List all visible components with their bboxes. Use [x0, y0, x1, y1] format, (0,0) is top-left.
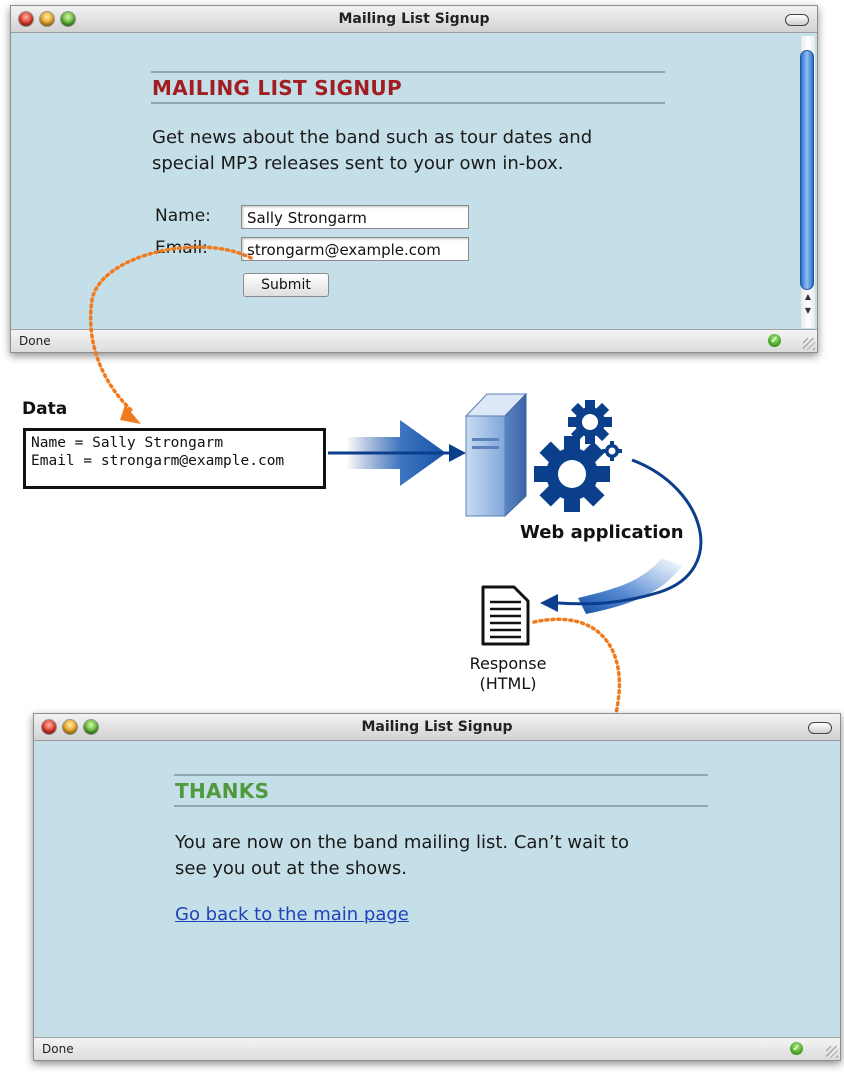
thanks-text: You are now on the band mailing list. Ca… [175, 830, 775, 882]
heading-bottom-rule [174, 805, 708, 807]
submit-line-arrowhead-icon [449, 444, 466, 462]
gears-icon [534, 400, 622, 512]
title-bar: Mailing List Signup [34, 714, 840, 741]
response-arrowhead-icon [540, 594, 558, 612]
thanks-line: see you out at the shows. [175, 858, 407, 879]
main-page-link[interactable]: Go back to the main page [175, 904, 409, 925]
medium-gear-icon [568, 400, 612, 444]
data-line: Name = Sally Strongarm [31, 435, 224, 451]
resize-grip-icon[interactable] [826, 1046, 838, 1058]
page-heading: THANKS [175, 779, 270, 803]
response-label-line: (HTML) [479, 674, 537, 693]
server-icon [464, 392, 528, 518]
response-curve-gradient [578, 558, 682, 614]
data-title: Data [22, 399, 68, 419]
small-gear-icon [602, 441, 622, 461]
heading-top-rule [174, 774, 708, 776]
data-line: Email = strongarm@example.com [31, 453, 285, 469]
status-bar: Done ✓ [34, 1037, 840, 1060]
thanks-line: You are now on the band mailing list. Ca… [175, 832, 629, 853]
secure-check-icon: ✓ [790, 1042, 803, 1055]
response-label: Response (HTML) [458, 654, 558, 694]
status-text: Done [42, 1042, 74, 1056]
data-flow-dotted-arrow [88, 245, 253, 412]
html-document-icon [481, 585, 530, 646]
web-application-label: Web application [520, 522, 684, 543]
data-box: Name = Sally Strongarm Email = strongarm@… [23, 428, 326, 489]
large-gear-icon [534, 436, 610, 512]
response-label-line: Response [469, 654, 547, 673]
thanks-browser-window: Mailing List Signup THANKS You are now o… [33, 713, 841, 1061]
toolbar-toggle-button[interactable] [808, 722, 832, 734]
window-title: Mailing List Signup [361, 719, 513, 735]
